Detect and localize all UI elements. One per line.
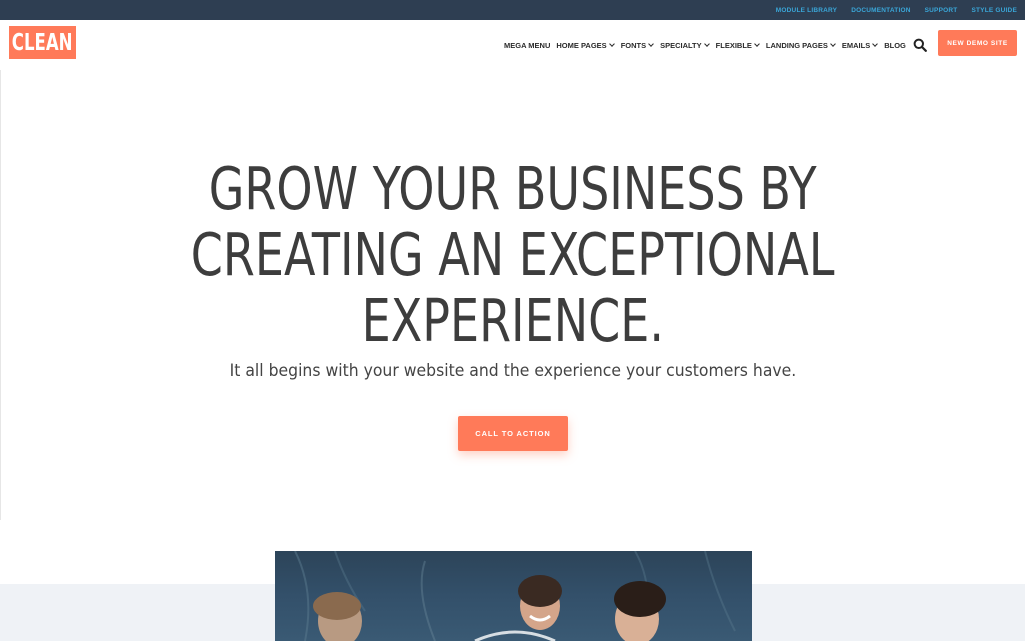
nav-item-emails[interactable]: EMAILS	[841, 40, 879, 50]
nav-item-specialty[interactable]: SPECIALTY	[660, 41, 710, 50]
nav-item-blog[interactable]: BLOG	[884, 41, 906, 50]
nav-label: HOME PAGES	[556, 40, 607, 50]
chevron-down-icon	[608, 41, 615, 47]
chevron-down-icon	[703, 41, 710, 47]
module-library-link[interactable]: MODULE LIBRARY	[776, 7, 837, 14]
hero-title-line: EXPERIENCE.	[361, 286, 664, 355]
nav-item-mega-menu[interactable]: MEGA MENU	[504, 41, 550, 50]
logo-text: CLEAN	[12, 29, 73, 56]
new-demo-site-button[interactable]: NEW DEMO SITE	[938, 30, 1017, 56]
nav-label: LANDING PAGES	[765, 40, 828, 50]
nav-label: EMAILS	[841, 40, 871, 50]
nav-label: FLEXIBLE	[715, 40, 752, 50]
chevron-down-icon	[754, 41, 760, 47]
nav-item-home-pages[interactable]: HOME PAGES	[556, 40, 615, 50]
utility-links: MODULE LIBRARY DOCUMENTATION SUPPORT STY…	[776, 0, 1017, 20]
site-logo[interactable]: CLEAN	[9, 26, 76, 59]
nav-label: SPECIALTY	[660, 40, 702, 50]
chevron-down-icon	[648, 41, 654, 47]
nav-label: MEGA MENU	[504, 40, 551, 50]
nav-item-landing-pages[interactable]: LANDING PAGES	[766, 41, 836, 50]
main-nav: MEGA MENU HOME PAGES FONTS SPECIALTY FLE…	[504, 38, 906, 52]
nav-label: FONTS	[620, 40, 647, 50]
hero-title-line: GROW YOUR BUSINESS BY	[208, 154, 817, 223]
hero-title: GROW YOUR BUSINESS BY CREATING AN EXCEPT…	[0, 156, 1025, 354]
hero-photo	[275, 551, 752, 641]
hero-subtitle: It all begins with your website and the …	[229, 361, 796, 381]
documentation-link[interactable]: DOCUMENTATION	[851, 7, 910, 14]
top-utility-bar: MODULE LIBRARY DOCUMENTATION SUPPORT STY…	[0, 0, 1025, 20]
search-icon[interactable]	[913, 38, 927, 52]
call-to-action-button[interactable]: CALL TO ACTION	[458, 416, 568, 451]
style-guide-link[interactable]: STYLE GUIDE	[971, 7, 1017, 14]
nav-item-flexible[interactable]: FLEXIBLE	[716, 41, 760, 50]
chevron-down-icon	[872, 41, 879, 47]
hero-title-line: CREATING AN EXCEPTIONAL	[190, 220, 835, 289]
support-link[interactable]: SUPPORT	[925, 7, 958, 14]
nav-label: BLOG	[884, 40, 906, 50]
chevron-down-icon	[830, 41, 836, 47]
nav-item-fonts[interactable]: FONTS	[621, 41, 654, 50]
site-header: CLEAN MEGA MENU HOME PAGES FONTS SPECIAL…	[0, 20, 1025, 70]
